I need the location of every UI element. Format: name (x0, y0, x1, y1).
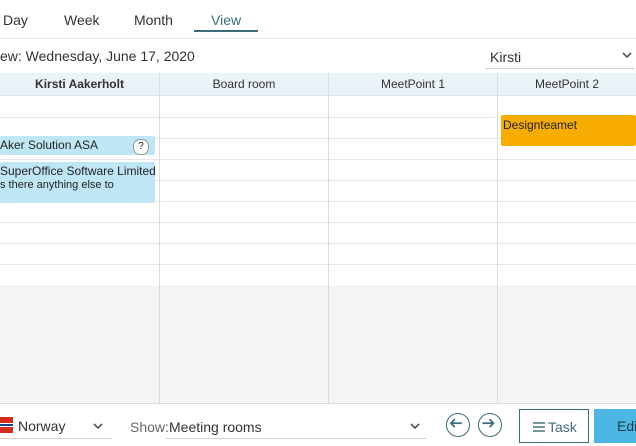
event-title: Designteamet (503, 118, 578, 132)
time-slot-row[interactable] (0, 285, 636, 307)
previous-button[interactable] (446, 413, 470, 437)
column-header-board-room: Board room (160, 73, 328, 96)
time-slot-row[interactable] (0, 306, 636, 328)
time-slot-row[interactable] (0, 327, 636, 349)
show-select-underline (166, 438, 426, 439)
chevron-down-icon (622, 52, 632, 59)
chevron-down-icon[interactable] (409, 420, 421, 432)
column-divider (497, 73, 498, 403)
person-select[interactable]: Kirsti (485, 45, 635, 69)
event-designteamet[interactable]: Designteamet (501, 115, 636, 146)
time-slot-row[interactable] (0, 264, 636, 286)
person-select-value: Kirsti (490, 49, 522, 65)
event-title: SuperOffice Software Limited (0, 164, 155, 178)
time-slot-row[interactable] (0, 222, 636, 244)
tab-week[interactable]: Week (64, 12, 100, 28)
event-superoffice[interactable]: SuperOffice Software Limited s there any… (0, 162, 155, 203)
task-button[interactable]: Task (519, 409, 589, 443)
show-select-value[interactable]: Meeting rooms (169, 419, 262, 435)
arrow-left-icon (449, 418, 462, 428)
bottom-toolbar: Norway Show: Meeting rooms Task Edi (0, 403, 636, 446)
time-slot-row[interactable] (0, 348, 636, 370)
column-header-meetpoint-2: MeetPoint 2 (498, 73, 636, 96)
event-subtitle: s there anything else to (0, 179, 114, 191)
time-slot-row[interactable] (0, 243, 636, 265)
active-tab-indicator (194, 30, 258, 32)
edit-button[interactable]: Edi (594, 409, 636, 443)
tab-month[interactable]: Month (134, 12, 173, 28)
event-aker-solution[interactable]: Aker Solution ASA ? (0, 136, 155, 155)
calendar-grid: Kirsti Aakerholt Board room MeetPoint 1 … (0, 73, 636, 411)
tab-day[interactable]: Day (3, 12, 28, 28)
chevron-down-icon[interactable] (92, 420, 104, 432)
column-divider (159, 73, 160, 403)
arrow-right-icon (482, 418, 495, 428)
time-slot-row[interactable] (0, 201, 636, 223)
norway-flag-icon (0, 417, 13, 433)
task-button-label: Task (548, 419, 577, 435)
column-header-meetpoint-1: MeetPoint 1 (329, 73, 497, 96)
country-select-underline (0, 438, 112, 439)
country-select-value[interactable]: Norway (18, 418, 65, 434)
edit-button-label: Edi (617, 418, 636, 434)
view-date-title: ew: Wednesday, June 17, 2020 (0, 48, 195, 64)
list-icon (533, 422, 545, 432)
question-icon[interactable]: ? (133, 139, 149, 155)
event-title: Aker Solution ASA (0, 138, 99, 152)
view-tabs: Day Week Month View (0, 0, 636, 39)
show-label: Show: (130, 419, 169, 435)
column-divider (328, 73, 329, 403)
time-slot-row[interactable] (0, 369, 636, 391)
next-button[interactable] (478, 413, 502, 437)
tab-view[interactable]: View (211, 12, 241, 28)
column-header-kirsti: Kirsti Aakerholt (0, 73, 159, 96)
